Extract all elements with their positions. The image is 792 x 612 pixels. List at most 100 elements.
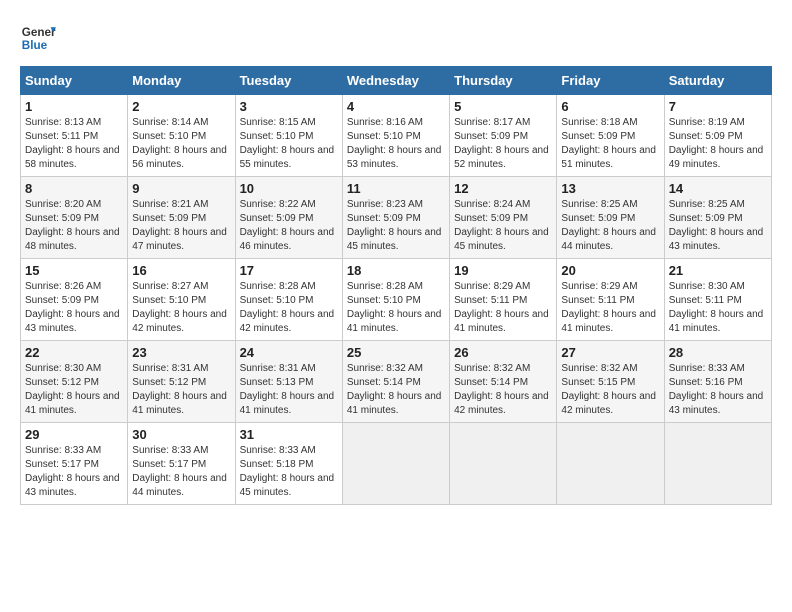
col-header-saturday: Saturday xyxy=(664,67,771,95)
calendar-cell: 2 Sunrise: 8:14 AMSunset: 5:10 PMDayligh… xyxy=(128,95,235,177)
day-info: Sunrise: 8:24 AMSunset: 5:09 PMDaylight:… xyxy=(454,198,552,254)
calendar-cell xyxy=(450,423,557,505)
day-info: Sunrise: 8:17 AMSunset: 5:09 PMDaylight:… xyxy=(454,116,552,172)
calendar-cell: 8 Sunrise: 8:20 AMSunset: 5:09 PMDayligh… xyxy=(21,177,128,259)
day-info: Sunrise: 8:20 AMSunset: 5:09 PMDaylight:… xyxy=(25,198,123,254)
day-number: 28 xyxy=(669,345,767,360)
calendar-cell: 27 Sunrise: 8:32 AMSunset: 5:15 PMDaylig… xyxy=(557,341,664,423)
calendar-cell: 23 Sunrise: 8:31 AMSunset: 5:12 PMDaylig… xyxy=(128,341,235,423)
col-header-sunday: Sunday xyxy=(21,67,128,95)
day-info: Sunrise: 8:28 AMSunset: 5:10 PMDaylight:… xyxy=(240,280,338,336)
day-number: 16 xyxy=(132,263,230,278)
day-info: Sunrise: 8:16 AMSunset: 5:10 PMDaylight:… xyxy=(347,116,445,172)
calendar-cell: 1 Sunrise: 8:13 AMSunset: 5:11 PMDayligh… xyxy=(21,95,128,177)
day-number: 19 xyxy=(454,263,552,278)
day-number: 13 xyxy=(561,181,659,196)
calendar-cell: 18 Sunrise: 8:28 AMSunset: 5:10 PMDaylig… xyxy=(342,259,449,341)
day-number: 18 xyxy=(347,263,445,278)
calendar-cell: 5 Sunrise: 8:17 AMSunset: 5:09 PMDayligh… xyxy=(450,95,557,177)
calendar-cell: 15 Sunrise: 8:26 AMSunset: 5:09 PMDaylig… xyxy=(21,259,128,341)
day-info: Sunrise: 8:14 AMSunset: 5:10 PMDaylight:… xyxy=(132,116,230,172)
day-info: Sunrise: 8:30 AMSunset: 5:12 PMDaylight:… xyxy=(25,362,123,418)
day-info: Sunrise: 8:30 AMSunset: 5:11 PMDaylight:… xyxy=(669,280,767,336)
header: General Blue xyxy=(20,20,772,56)
day-number: 9 xyxy=(132,181,230,196)
day-info: Sunrise: 8:13 AMSunset: 5:11 PMDaylight:… xyxy=(25,116,123,172)
day-number: 22 xyxy=(25,345,123,360)
day-number: 29 xyxy=(25,427,123,442)
col-header-friday: Friday xyxy=(557,67,664,95)
col-header-wednesday: Wednesday xyxy=(342,67,449,95)
day-number: 11 xyxy=(347,181,445,196)
calendar-cell xyxy=(342,423,449,505)
day-number: 31 xyxy=(240,427,338,442)
day-number: 26 xyxy=(454,345,552,360)
calendar-cell: 24 Sunrise: 8:31 AMSunset: 5:13 PMDaylig… xyxy=(235,341,342,423)
day-number: 25 xyxy=(347,345,445,360)
day-info: Sunrise: 8:32 AMSunset: 5:14 PMDaylight:… xyxy=(347,362,445,418)
day-info: Sunrise: 8:33 AMSunset: 5:18 PMDaylight:… xyxy=(240,444,338,500)
day-info: Sunrise: 8:31 AMSunset: 5:12 PMDaylight:… xyxy=(132,362,230,418)
calendar-cell: 31 Sunrise: 8:33 AMSunset: 5:18 PMDaylig… xyxy=(235,423,342,505)
day-info: Sunrise: 8:25 AMSunset: 5:09 PMDaylight:… xyxy=(561,198,659,254)
day-info: Sunrise: 8:29 AMSunset: 5:11 PMDaylight:… xyxy=(454,280,552,336)
day-info: Sunrise: 8:27 AMSunset: 5:10 PMDaylight:… xyxy=(132,280,230,336)
col-header-tuesday: Tuesday xyxy=(235,67,342,95)
day-info: Sunrise: 8:32 AMSunset: 5:15 PMDaylight:… xyxy=(561,362,659,418)
day-info: Sunrise: 8:31 AMSunset: 5:13 PMDaylight:… xyxy=(240,362,338,418)
calendar-cell xyxy=(557,423,664,505)
day-info: Sunrise: 8:28 AMSunset: 5:10 PMDaylight:… xyxy=(347,280,445,336)
day-number: 20 xyxy=(561,263,659,278)
day-number: 12 xyxy=(454,181,552,196)
calendar-cell: 25 Sunrise: 8:32 AMSunset: 5:14 PMDaylig… xyxy=(342,341,449,423)
day-number: 21 xyxy=(669,263,767,278)
day-info: Sunrise: 8:19 AMSunset: 5:09 PMDaylight:… xyxy=(669,116,767,172)
day-number: 27 xyxy=(561,345,659,360)
day-number: 5 xyxy=(454,99,552,114)
calendar-table: SundayMondayTuesdayWednesdayThursdayFrid… xyxy=(20,66,772,505)
day-number: 15 xyxy=(25,263,123,278)
day-number: 17 xyxy=(240,263,338,278)
col-header-monday: Monday xyxy=(128,67,235,95)
calendar-cell: 7 Sunrise: 8:19 AMSunset: 5:09 PMDayligh… xyxy=(664,95,771,177)
day-info: Sunrise: 8:26 AMSunset: 5:09 PMDaylight:… xyxy=(25,280,123,336)
day-info: Sunrise: 8:25 AMSunset: 5:09 PMDaylight:… xyxy=(669,198,767,254)
day-info: Sunrise: 8:18 AMSunset: 5:09 PMDaylight:… xyxy=(561,116,659,172)
calendar-cell: 6 Sunrise: 8:18 AMSunset: 5:09 PMDayligh… xyxy=(557,95,664,177)
calendar-cell: 20 Sunrise: 8:29 AMSunset: 5:11 PMDaylig… xyxy=(557,259,664,341)
day-info: Sunrise: 8:15 AMSunset: 5:10 PMDaylight:… xyxy=(240,116,338,172)
calendar-cell xyxy=(664,423,771,505)
day-number: 14 xyxy=(669,181,767,196)
calendar-cell: 17 Sunrise: 8:28 AMSunset: 5:10 PMDaylig… xyxy=(235,259,342,341)
calendar-cell: 3 Sunrise: 8:15 AMSunset: 5:10 PMDayligh… xyxy=(235,95,342,177)
logo: General Blue xyxy=(20,20,56,56)
day-info: Sunrise: 8:33 AMSunset: 5:17 PMDaylight:… xyxy=(132,444,230,500)
calendar-cell: 13 Sunrise: 8:25 AMSunset: 5:09 PMDaylig… xyxy=(557,177,664,259)
day-number: 24 xyxy=(240,345,338,360)
calendar-cell: 16 Sunrise: 8:27 AMSunset: 5:10 PMDaylig… xyxy=(128,259,235,341)
svg-text:General: General xyxy=(22,26,56,39)
day-info: Sunrise: 8:32 AMSunset: 5:14 PMDaylight:… xyxy=(454,362,552,418)
calendar-cell: 9 Sunrise: 8:21 AMSunset: 5:09 PMDayligh… xyxy=(128,177,235,259)
calendar-cell: 22 Sunrise: 8:30 AMSunset: 5:12 PMDaylig… xyxy=(21,341,128,423)
col-header-thursday: Thursday xyxy=(450,67,557,95)
day-number: 4 xyxy=(347,99,445,114)
day-info: Sunrise: 8:21 AMSunset: 5:09 PMDaylight:… xyxy=(132,198,230,254)
calendar-cell: 4 Sunrise: 8:16 AMSunset: 5:10 PMDayligh… xyxy=(342,95,449,177)
calendar-cell: 19 Sunrise: 8:29 AMSunset: 5:11 PMDaylig… xyxy=(450,259,557,341)
day-number: 2 xyxy=(132,99,230,114)
calendar-cell: 10 Sunrise: 8:22 AMSunset: 5:09 PMDaylig… xyxy=(235,177,342,259)
day-number: 1 xyxy=(25,99,123,114)
day-number: 10 xyxy=(240,181,338,196)
calendar-cell: 21 Sunrise: 8:30 AMSunset: 5:11 PMDaylig… xyxy=(664,259,771,341)
day-number: 6 xyxy=(561,99,659,114)
day-info: Sunrise: 8:23 AMSunset: 5:09 PMDaylight:… xyxy=(347,198,445,254)
day-number: 3 xyxy=(240,99,338,114)
svg-text:Blue: Blue xyxy=(22,39,48,52)
logo-icon: General Blue xyxy=(20,20,56,56)
calendar-cell: 28 Sunrise: 8:33 AMSunset: 5:16 PMDaylig… xyxy=(664,341,771,423)
day-number: 23 xyxy=(132,345,230,360)
day-number: 7 xyxy=(669,99,767,114)
calendar-cell: 26 Sunrise: 8:32 AMSunset: 5:14 PMDaylig… xyxy=(450,341,557,423)
calendar-cell: 29 Sunrise: 8:33 AMSunset: 5:17 PMDaylig… xyxy=(21,423,128,505)
